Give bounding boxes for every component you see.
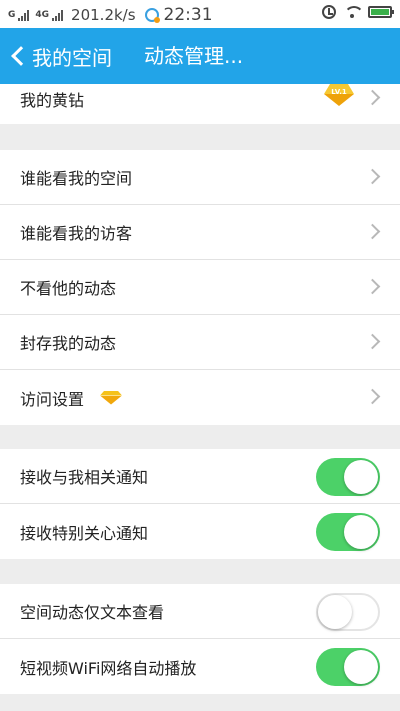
network-speed: 201.2k/s	[71, 6, 136, 24]
page-title: 动态管理...	[144, 44, 244, 68]
back-label: 我的空间	[32, 45, 112, 70]
row-label: 谁能看我的访客	[20, 224, 133, 243]
battery-icon	[368, 6, 394, 18]
toggle-switch[interactable]	[316, 648, 380, 686]
row-label: 接收特别关心通知	[20, 523, 149, 543]
nav-bar: 我的空间 动态管理...	[0, 28, 400, 84]
toggle-switch[interactable]	[316, 513, 380, 551]
row-label: 谁能看我的空间	[20, 169, 133, 188]
row-label: 短视频WiFi网络自动播放	[20, 658, 197, 678]
display-group: 空间动态仅文本查看 短视频WiFi网络自动播放	[0, 584, 400, 694]
signal-icon	[52, 9, 64, 21]
chevron-left-icon	[11, 46, 31, 66]
toggle-knob	[318, 595, 352, 629]
toggle-knob	[344, 650, 378, 684]
chevron-right-icon	[364, 89, 381, 106]
vip-level: LV.1	[331, 88, 347, 96]
chevron-right-icon	[364, 223, 381, 240]
row-label: 访问设置	[20, 389, 85, 409]
vip-group: 我的黄钻 LV.1	[0, 84, 400, 124]
toggle-knob	[344, 460, 378, 494]
network-type-2: 4G	[35, 10, 50, 20]
privacy-group: 谁能看我的空间 谁能看我的访客 不看他的动态 封存我的动态 访问设置	[0, 150, 400, 425]
clock: 22:31	[163, 5, 213, 25]
privacy-row-2[interactable]: 不看他的动态	[0, 260, 400, 315]
privacy-row-0[interactable]: 谁能看我的空间	[0, 150, 400, 205]
signal-icon	[18, 9, 30, 21]
row-label: 不看他的动态	[20, 279, 117, 298]
notifications-group: 接收与我相关通知 接收特别关心通知	[0, 449, 400, 559]
chevron-right-icon	[364, 278, 381, 295]
vip-row[interactable]: 我的黄钻 LV.1	[0, 84, 400, 124]
chevron-right-icon	[364, 333, 381, 350]
privacy-row-1[interactable]: 谁能看我的访客	[0, 205, 400, 260]
status-bar: G 4G 201.2k/s 22:31	[0, 0, 400, 28]
chevron-right-icon	[364, 388, 381, 405]
toggle-knob	[344, 515, 378, 549]
yellow-diamond-badge-icon: LV.1	[324, 84, 354, 106]
toggle-switch[interactable]	[316, 458, 380, 496]
back-button[interactable]: 我的空间	[6, 28, 112, 84]
display-row-0: 空间动态仅文本查看	[0, 584, 400, 639]
row-label: 空间动态仅文本查看	[20, 603, 165, 622]
privacy-row-3[interactable]: 封存我的动态	[0, 315, 400, 370]
row-label: 封存我的动态	[20, 334, 117, 353]
network-type-1: G	[8, 10, 16, 20]
row-label: 我的黄钻	[20, 91, 85, 110]
alarm-icon	[322, 5, 336, 19]
yellow-diamond-icon	[100, 391, 122, 405]
status-right	[322, 5, 394, 19]
row-label: 接收与我相关通知	[20, 468, 149, 487]
qq-notification-icon	[144, 8, 160, 23]
wifi-icon	[344, 6, 364, 18]
privacy-row-4[interactable]: 访问设置	[0, 370, 400, 425]
notify-row-1: 接收特别关心通知	[0, 504, 400, 559]
chevron-right-icon	[364, 168, 381, 185]
status-left: G 4G 201.2k/s 22:31	[8, 5, 213, 25]
toggle-switch[interactable]	[316, 593, 380, 631]
display-row-1: 短视频WiFi网络自动播放	[0, 639, 400, 694]
notify-row-0: 接收与我相关通知	[0, 449, 400, 504]
